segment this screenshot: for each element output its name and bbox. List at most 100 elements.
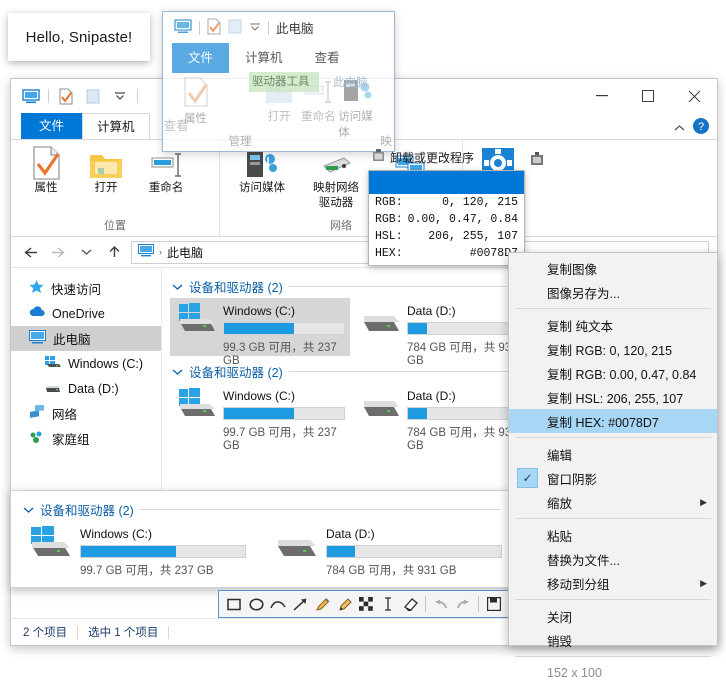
sidebar-item-network[interactable]: 网络 bbox=[11, 401, 161, 426]
snipaste-edit-toolbar[interactable] bbox=[218, 590, 510, 618]
navigation-pane[interactable]: 快速访问 OneDrive 此电脑 Windows (C:) Data (D:)… bbox=[11, 268, 162, 501]
ghost-label-map: 映 bbox=[380, 133, 392, 149]
translucent-pinned-window[interactable]: 此电脑 文件 计算机 查看 属性 管理 打开 重命名 访问媒体 映 驱动器工具 bbox=[162, 11, 395, 152]
pinned-drive-row: Windows (C:) 99.7 GB 可用，共 237 GB Data (D… bbox=[21, 521, 514, 579]
pinned-group-header-label: 设备和驱动器 (2) bbox=[40, 500, 134, 519]
menu-item-paste[interactable]: 粘贴 bbox=[509, 523, 717, 547]
ribbon-button-properties[interactable]: 属性 bbox=[17, 144, 75, 195]
menu-item-copy-rgb-float[interactable]: 复制 RGB: 0.00, 0.47, 0.84 bbox=[509, 361, 717, 385]
pinned-drive-windows-c[interactable]: Windows (C:) 99.7 GB 可用，共 237 GB bbox=[21, 521, 251, 579]
drive-tile-data-d-2[interactable]: Data (D:) 784 GB 可用，共 931 GB bbox=[354, 383, 534, 441]
new-folder-icon[interactable] bbox=[83, 87, 103, 105]
minimize-icon[interactable] bbox=[579, 79, 625, 113]
ghost-drive-tools-tab: 驱动器工具 bbox=[249, 72, 319, 92]
sidebar-item-this-pc[interactable]: 此电脑 bbox=[11, 326, 161, 351]
pinned-drive-data-d[interactable]: Data (D:) 784 GB 可用，共 931 GB bbox=[267, 521, 507, 579]
color-swatch bbox=[369, 171, 524, 194]
menu-item-copy-plain-text[interactable]: 复制 纯文本 bbox=[509, 313, 717, 337]
sidebar-label: 网络 bbox=[52, 404, 77, 423]
properties-icon[interactable] bbox=[56, 87, 76, 105]
menu-item-zoom[interactable]: 缩放 ▶ bbox=[509, 490, 717, 514]
menu-item-replace-with-file[interactable]: 替换为文件... bbox=[509, 547, 717, 571]
chevron-up-icon[interactable] bbox=[674, 121, 685, 135]
menu-item-destroy[interactable]: 销毁 bbox=[509, 628, 717, 652]
chevron-down-icon[interactable] bbox=[110, 87, 130, 105]
sidebar-label: Windows (C:) bbox=[68, 357, 143, 371]
pinned-group-rule bbox=[140, 509, 500, 510]
sidebar-label: Data (D:) bbox=[68, 382, 119, 396]
save-button[interactable] bbox=[484, 593, 504, 615]
maximize-icon[interactable] bbox=[625, 79, 671, 113]
sidebar-item-windows-c[interactable]: Windows (C:) bbox=[11, 351, 161, 376]
recent-locations-icon[interactable] bbox=[75, 241, 97, 263]
up-arrow-icon[interactable] bbox=[103, 241, 125, 263]
eraser-tool[interactable] bbox=[400, 593, 420, 615]
group-header-label: 设备和驱动器 (2) bbox=[189, 362, 283, 381]
forward-arrow-icon[interactable] bbox=[47, 241, 69, 263]
ribbon-button-open[interactable]: 打开 bbox=[77, 144, 135, 195]
hard-drive-icon bbox=[45, 382, 61, 396]
redo-button[interactable] bbox=[453, 593, 473, 615]
sidebar-item-homegroup[interactable]: 家庭组 bbox=[11, 426, 161, 451]
line-tool[interactable] bbox=[268, 593, 288, 615]
this-pc-icon bbox=[29, 330, 46, 347]
color-picker-readout: RGB: 0, 120, 215 RGB: 0.00, 0.47, 0.84 H… bbox=[368, 170, 525, 266]
snipaste-pinned-explorer-strip[interactable]: 设备和驱动器 (2) Windows (C:) 99.7 GB 可用，共 237… bbox=[10, 490, 515, 588]
undo-button[interactable] bbox=[431, 593, 451, 615]
toolbar-divider bbox=[48, 89, 49, 103]
ellipse-tool[interactable] bbox=[246, 593, 266, 615]
menu-item-close[interactable]: 关闭 bbox=[509, 604, 717, 628]
ghost-tab-view: 查看 bbox=[299, 43, 356, 73]
close-icon[interactable] bbox=[671, 79, 717, 113]
chevron-down-icon[interactable] bbox=[172, 280, 183, 294]
snipaste-context-menu[interactable]: 复制图像 图像另存为... 复制 纯文本 复制 RGB: 0, 120, 215… bbox=[508, 252, 718, 646]
ribbon-group-location: 属性 打开 重命名 位置 bbox=[11, 140, 220, 236]
text-tool[interactable] bbox=[378, 593, 398, 615]
menu-item-copy-hex[interactable]: 复制 HEX: #0078D7 bbox=[509, 409, 717, 433]
color-key: RGB: bbox=[375, 211, 403, 228]
back-arrow-icon[interactable] bbox=[19, 241, 41, 263]
ghost-label-manage: 管理 bbox=[229, 133, 252, 149]
mosaic-tool[interactable] bbox=[356, 593, 376, 615]
color-row-rgb-float: RGB: 0.00, 0.47, 0.84 bbox=[369, 211, 524, 228]
ribbon-label-properties: 属性 bbox=[35, 182, 58, 195]
drive-tile-windows-c-2[interactable]: Windows (C:) 99.7 GB 可用，共 237 GB bbox=[170, 383, 350, 441]
pinned-drive-usage-bar bbox=[326, 545, 502, 558]
arrow-tool[interactable] bbox=[290, 593, 310, 615]
menu-item-copy-hsl[interactable]: 复制 HSL: 206, 255, 107 bbox=[509, 385, 717, 409]
color-value: 0.00, 0.47, 0.84 bbox=[408, 211, 518, 228]
ribbon-button-map-network-drive[interactable]: 映射网络 驱动器 bbox=[300, 144, 372, 210]
pencil-tool[interactable] bbox=[312, 593, 332, 615]
rectangle-tool[interactable] bbox=[224, 593, 244, 615]
chevron-down-icon[interactable] bbox=[172, 365, 183, 379]
marker-tool[interactable] bbox=[334, 593, 354, 615]
toolbar-separator bbox=[425, 596, 426, 612]
group-header-label: 设备和驱动器 (2) bbox=[189, 277, 283, 296]
menu-item-edit[interactable]: 编辑 bbox=[509, 442, 717, 466]
this-pc-icon[interactable] bbox=[21, 87, 41, 105]
menu-item-copy-image[interactable]: 复制图像 bbox=[509, 256, 717, 280]
sidebar-item-onedrive[interactable]: OneDrive bbox=[11, 301, 161, 326]
tab-computer[interactable]: 计算机 bbox=[82, 113, 150, 139]
pin-star-icon bbox=[29, 280, 44, 297]
snipaste-pinned-note[interactable]: Hello, Snipaste! bbox=[8, 13, 150, 61]
windows-drive-icon bbox=[175, 302, 217, 341]
ribbon-group-label-location: 位置 bbox=[17, 217, 213, 236]
windows-drive-icon bbox=[26, 525, 74, 566]
menu-item-move-to-group[interactable]: 移动到分组 ▶ bbox=[509, 571, 717, 595]
menu-item-window-shadow[interactable]: ✓ 窗口阴影 bbox=[509, 466, 717, 490]
tab-file[interactable]: 文件 bbox=[21, 113, 82, 139]
ribbon[interactable]: 属性 打开 重命名 位置 bbox=[11, 139, 717, 237]
help-icon[interactable]: ? bbox=[693, 118, 709, 137]
windows-drive-icon bbox=[45, 356, 61, 372]
menu-item-copy-rgb-255[interactable]: 复制 RGB: 0, 120, 215 bbox=[509, 337, 717, 361]
menu-item-save-image-as[interactable]: 图像另存为... bbox=[509, 280, 717, 304]
toolbar-divider-2 bbox=[137, 89, 138, 103]
drive-tile-data-d[interactable]: Data (D:) 784 GB 可用，共 931 GB bbox=[354, 298, 534, 356]
sidebar-label: 快速访问 bbox=[51, 279, 101, 298]
pinned-drive-name: Data (D:) bbox=[326, 527, 502, 541]
drive-tile-windows-c[interactable]: Windows (C:) 99.3 GB 可用，共 237 GB bbox=[170, 298, 350, 356]
sidebar-item-data-d[interactable]: Data (D:) bbox=[11, 376, 161, 401]
window-controls[interactable] bbox=[579, 79, 717, 113]
sidebar-item-quick-access[interactable]: 快速访问 bbox=[11, 276, 161, 301]
